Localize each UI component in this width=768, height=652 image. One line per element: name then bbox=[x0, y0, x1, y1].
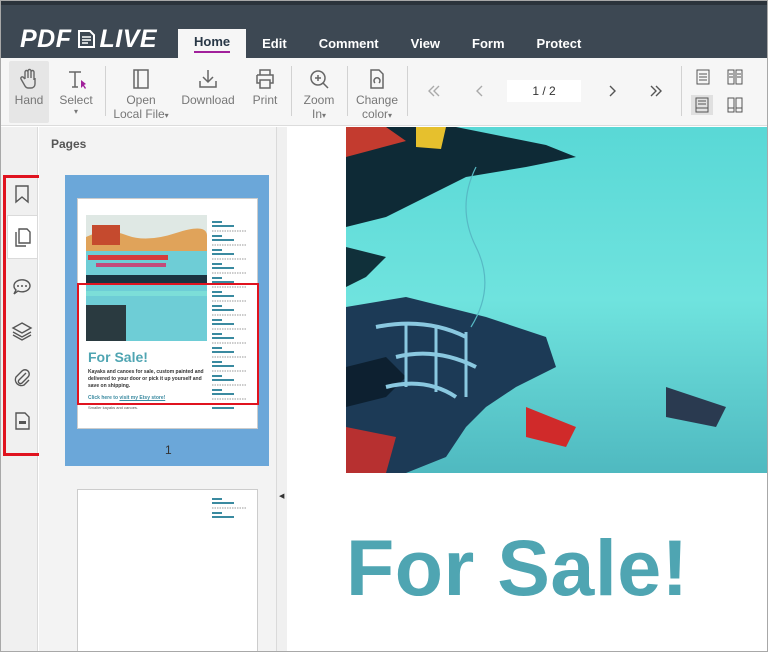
open-caret-icon: ▾ bbox=[164, 111, 169, 120]
open-file-icon bbox=[133, 69, 149, 89]
zoom-label-line2: In▾ bbox=[312, 107, 326, 121]
select-caret-icon: ▾ bbox=[73, 107, 78, 116]
hand-icon bbox=[20, 68, 36, 89]
document-page: For Sale! bbox=[287, 127, 767, 651]
color-label: Change bbox=[355, 93, 399, 107]
first-page-icon[interactable] bbox=[425, 82, 443, 100]
tab-edit[interactable]: Edit bbox=[246, 29, 303, 58]
panel-collapse-handle[interactable]: ◀ bbox=[277, 127, 287, 651]
download-icon bbox=[199, 70, 217, 88]
thumbnail-footer: Smaller kayaks and canoes. bbox=[88, 405, 139, 410]
main-tabs: Home Edit Comment View Form Protect bbox=[178, 29, 597, 58]
toolbar-divider bbox=[681, 66, 682, 116]
page-number-input[interactable]: 1 / 2 bbox=[507, 80, 581, 102]
tab-protect-label: Protect bbox=[536, 36, 582, 51]
document-heading: For Sale! bbox=[346, 523, 689, 612]
tab-protect[interactable]: Protect bbox=[521, 29, 598, 58]
zoom-label-in: In bbox=[311, 107, 322, 121]
text-select-icon bbox=[69, 71, 86, 89]
tab-view-label: View bbox=[410, 36, 441, 51]
toolbar-divider bbox=[105, 66, 106, 116]
next-page-icon[interactable] bbox=[603, 82, 621, 100]
pages-panel-title: Pages bbox=[51, 137, 87, 151]
page-thumbnail-2[interactable] bbox=[77, 489, 258, 651]
print-label: Print bbox=[252, 93, 278, 107]
printer-icon bbox=[256, 69, 274, 89]
open-local-file-button[interactable]: Open Local File▾ bbox=[113, 61, 169, 121]
tab-form[interactable]: Form bbox=[456, 29, 521, 58]
open-label-local-file: Local File bbox=[113, 107, 165, 121]
open-label: Open bbox=[126, 93, 156, 107]
top-navbar: PDF LIVE Home Edit Comment View Form Pro… bbox=[1, 1, 767, 58]
app-logo: PDF LIVE bbox=[20, 24, 158, 53]
continuous-view-button[interactable] bbox=[691, 95, 713, 115]
two-page-view-icon[interactable] bbox=[727, 69, 743, 85]
document-photo bbox=[346, 127, 767, 473]
ribbon-toolbar: Hand Select ▾ Open Local File▾ Download … bbox=[1, 58, 767, 126]
logo-text-left: PDF bbox=[20, 24, 72, 53]
tab-home-label: Home bbox=[194, 34, 231, 53]
tab-edit-label: Edit bbox=[262, 36, 287, 51]
zoom-label: Zoom bbox=[303, 93, 335, 107]
open-label-line2: Local File▾ bbox=[113, 107, 168, 121]
zoom-in-button[interactable]: Zoom In▾ bbox=[299, 61, 339, 121]
rail-highlight-annotation bbox=[3, 175, 43, 456]
download-button[interactable]: Download bbox=[181, 61, 235, 107]
tab-comment-label: Comment bbox=[318, 36, 379, 51]
color-label-color: color bbox=[361, 107, 388, 121]
color-caret-icon: ▾ bbox=[388, 111, 393, 120]
select-tool-button[interactable]: Select ▾ bbox=[57, 61, 95, 116]
hand-tool-button[interactable]: Hand bbox=[9, 61, 49, 123]
print-button[interactable]: Print bbox=[249, 61, 281, 107]
zoom-caret-icon: ▾ bbox=[322, 111, 327, 120]
logo-text-right: LIVE bbox=[99, 24, 158, 53]
logo-document-icon bbox=[77, 30, 95, 48]
toolbar-divider bbox=[291, 66, 292, 116]
previous-page-icon[interactable] bbox=[471, 82, 489, 100]
tab-view[interactable]: View bbox=[395, 29, 456, 58]
tab-form-label: Form bbox=[472, 36, 505, 51]
tab-comment[interactable]: Comment bbox=[303, 29, 395, 58]
select-label: Select bbox=[59, 93, 93, 107]
toolbar-divider bbox=[347, 66, 348, 116]
change-color-button[interactable]: Change color▾ bbox=[355, 61, 399, 121]
zoom-in-icon bbox=[310, 70, 329, 89]
color-label-line2: color▾ bbox=[362, 107, 392, 121]
tab-home[interactable]: Home bbox=[178, 29, 247, 58]
title-strip bbox=[1, 1, 767, 5]
app-window: PDF LIVE Home Edit Comment View Form Pro… bbox=[0, 0, 768, 652]
toolbar-divider bbox=[407, 66, 408, 116]
collapse-arrow-icon: ◀ bbox=[279, 493, 285, 500]
document-viewer: For Sale! bbox=[287, 127, 767, 651]
change-color-icon bbox=[370, 69, 384, 89]
hand-label: Hand bbox=[14, 93, 44, 107]
download-label: Download bbox=[181, 93, 235, 107]
continuous-view-icon bbox=[695, 97, 709, 113]
thumbnail-highlight-annotation bbox=[77, 283, 259, 405]
thumbnail-page-number: 1 bbox=[165, 443, 172, 457]
single-page-view-icon[interactable] bbox=[695, 69, 711, 85]
thumbnail-2-placeholders bbox=[212, 498, 246, 518]
two-page-continuous-icon[interactable] bbox=[727, 97, 743, 113]
last-page-icon[interactable] bbox=[647, 82, 665, 100]
